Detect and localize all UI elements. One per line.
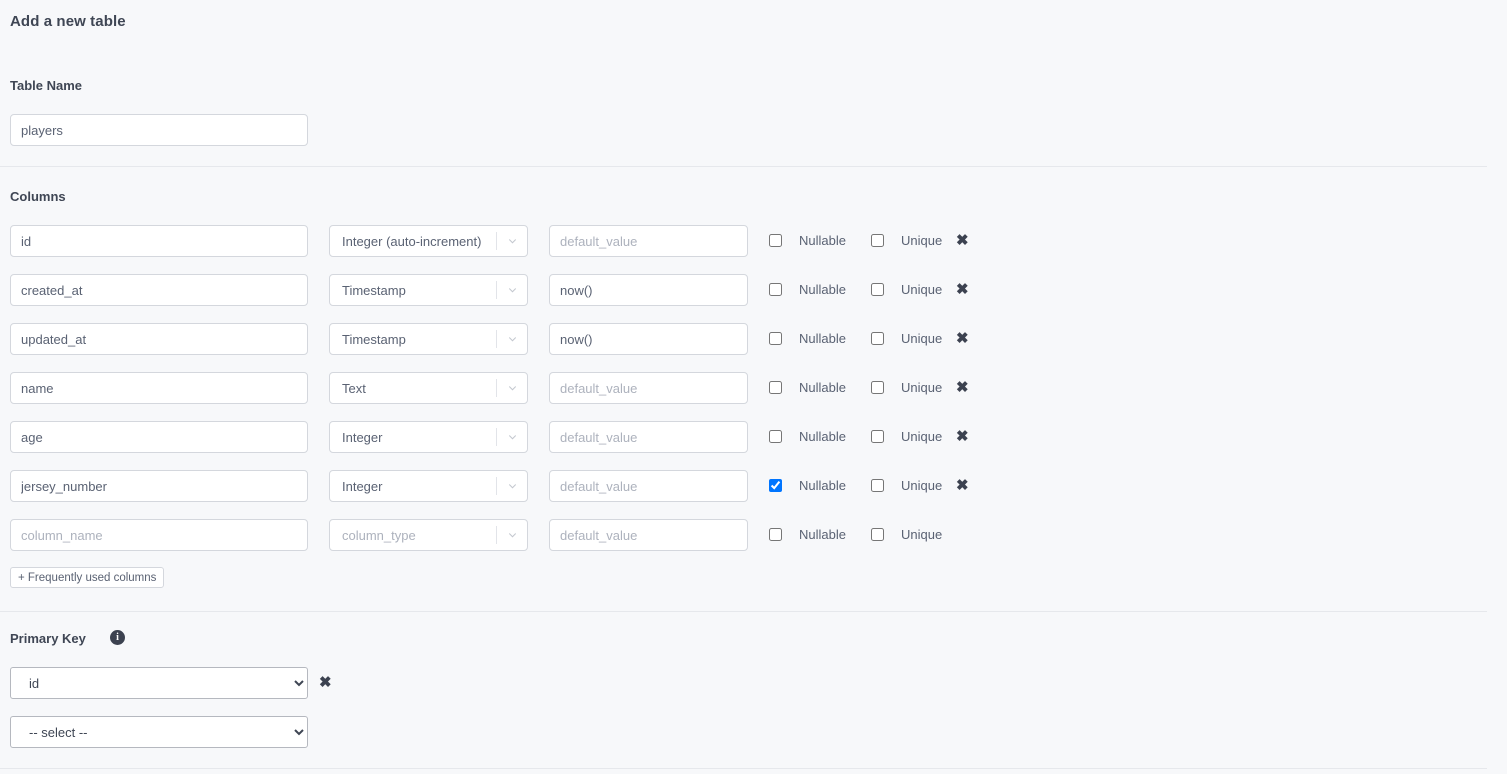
- column-name-input[interactable]: [10, 323, 308, 355]
- chevron-down-icon[interactable]: [497, 382, 527, 395]
- nullable-checkbox[interactable]: [769, 479, 782, 492]
- column-type-select[interactable]: Text: [329, 372, 528, 404]
- column-name-input[interactable]: [10, 225, 308, 257]
- table-name-input[interactable]: [10, 114, 308, 146]
- delete-column-icon[interactable]: ✖: [956, 478, 969, 493]
- default-value-input[interactable]: [549, 519, 748, 551]
- primary-key-select-1[interactable]: idcreated_atupdated_atnameagejersey_numb…: [10, 667, 308, 699]
- default-value-input[interactable]: [549, 323, 748, 355]
- unique-checkbox[interactable]: [871, 381, 884, 394]
- unique-checkbox[interactable]: [871, 332, 884, 345]
- chevron-down-icon[interactable]: [497, 529, 527, 542]
- column-type-value: Timestamp: [342, 282, 406, 298]
- unique-label: Unique: [901, 331, 943, 346]
- chevron-down-icon[interactable]: [497, 333, 527, 346]
- delete-column-icon[interactable]: ✖: [956, 331, 969, 346]
- nullable-label: Nullable: [799, 527, 846, 542]
- primary-key-select-2[interactable]: -- select --idcreated_atupdated_atnameag…: [10, 716, 308, 748]
- column-type-value: column_type: [342, 527, 416, 543]
- nullable-label: Nullable: [799, 331, 846, 346]
- unique-checkbox[interactable]: [871, 283, 884, 296]
- default-value-input[interactable]: [549, 274, 748, 306]
- columns-label: Columns: [10, 189, 66, 204]
- unique-checkbox[interactable]: [871, 234, 884, 247]
- column-name-input[interactable]: [10, 372, 308, 404]
- default-value-input[interactable]: [549, 470, 748, 502]
- nullable-label: Nullable: [799, 282, 846, 297]
- nullable-checkbox[interactable]: [769, 332, 782, 345]
- nullable-checkbox[interactable]: [769, 283, 782, 296]
- nullable-checkbox[interactable]: [769, 234, 782, 247]
- column-type-select[interactable]: Integer (auto-increment): [329, 225, 528, 257]
- info-icon[interactable]: i: [110, 630, 125, 645]
- delete-column-icon[interactable]: ✖: [956, 233, 969, 248]
- unique-label: Unique: [901, 282, 943, 297]
- nullable-label: Nullable: [799, 380, 846, 395]
- default-value-input[interactable]: [549, 225, 748, 257]
- unique-label: Unique: [901, 233, 943, 248]
- column-type-select[interactable]: column_type: [329, 519, 528, 551]
- section-divider-top: [0, 166, 1487, 167]
- unique-checkbox[interactable]: [871, 479, 884, 492]
- nullable-checkbox[interactable]: [769, 528, 782, 541]
- delete-column-icon[interactable]: ✖: [956, 380, 969, 395]
- column-name-input[interactable]: [10, 470, 308, 502]
- default-value-input[interactable]: [549, 372, 748, 404]
- add-table-form-page: Add a new table Table Name Columns Integ…: [0, 0, 1507, 774]
- column-type-select[interactable]: Integer: [329, 421, 528, 453]
- table-name-label: Table Name: [10, 78, 83, 93]
- nullable-checkbox[interactable]: [769, 381, 782, 394]
- column-type-value: Timestamp: [342, 331, 406, 347]
- column-name-input[interactable]: [10, 519, 308, 551]
- nullable-label: Nullable: [799, 429, 846, 444]
- section-divider-middle: [0, 611, 1487, 612]
- unique-label: Unique: [901, 429, 943, 444]
- column-type-value: Text: [342, 380, 366, 396]
- chevron-down-icon[interactable]: [497, 284, 527, 297]
- unique-checkbox[interactable]: [871, 430, 884, 443]
- frequently-used-columns-button[interactable]: + Frequently used columns: [10, 567, 165, 588]
- delete-column-icon[interactable]: ✖: [956, 282, 969, 297]
- delete-primary-key-icon[interactable]: ✖: [319, 675, 332, 690]
- nullable-label: Nullable: [799, 233, 846, 248]
- nullable-checkbox[interactable]: [769, 430, 782, 443]
- unique-label: Unique: [901, 527, 943, 542]
- page-title: Add a new table: [10, 13, 126, 30]
- column-type-value: Integer (auto-increment): [342, 233, 482, 249]
- column-type-value: Integer: [342, 478, 383, 494]
- chevron-down-icon[interactable]: [497, 235, 527, 248]
- column-type-select[interactable]: Timestamp: [329, 274, 528, 306]
- nullable-label: Nullable: [799, 478, 846, 493]
- unique-checkbox[interactable]: [871, 528, 884, 541]
- unique-label: Unique: [901, 478, 943, 493]
- column-type-select[interactable]: Integer: [329, 470, 528, 502]
- column-type-select[interactable]: Timestamp: [329, 323, 528, 355]
- chevron-down-icon[interactable]: [497, 431, 527, 444]
- unique-label: Unique: [901, 380, 943, 395]
- primary-key-label: Primary Key: [10, 631, 86, 646]
- column-type-value: Integer: [342, 429, 383, 445]
- chevron-down-icon[interactable]: [497, 480, 527, 493]
- column-name-input[interactable]: [10, 274, 308, 306]
- column-name-input[interactable]: [10, 421, 308, 453]
- delete-column-icon[interactable]: ✖: [956, 429, 969, 444]
- section-divider-bottom: [0, 768, 1487, 769]
- default-value-input[interactable]: [549, 421, 748, 453]
